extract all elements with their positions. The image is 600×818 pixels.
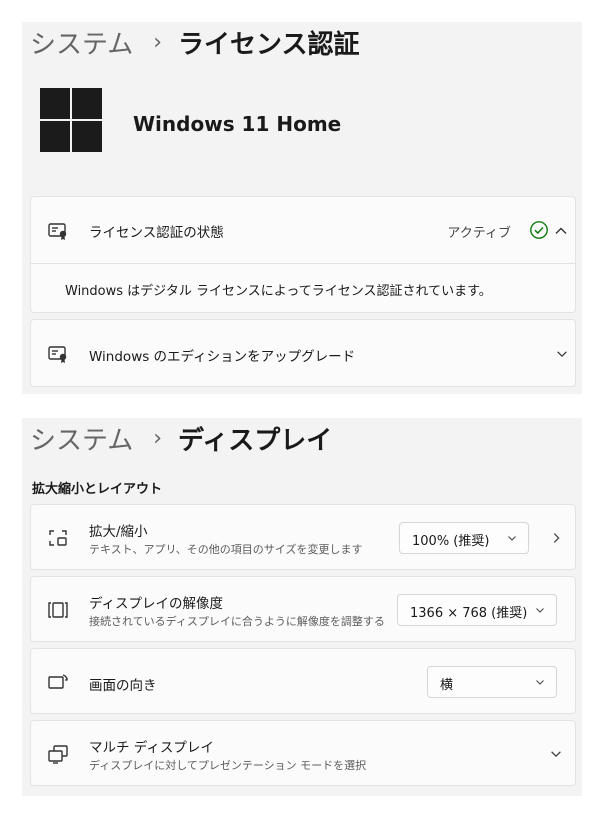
scale-icon [49, 530, 67, 546]
resolution-icon [48, 602, 68, 618]
activation-detail-panel: Windows はデジタル ライセンスによってライセンス認証されています。 [30, 263, 576, 313]
check-circle-icon [530, 221, 548, 239]
resolution-dropdown[interactable]: 1366 × 768 (推奨) [397, 594, 557, 626]
upgrade-edition-card[interactable]: Windows のエディションをアップグレード [30, 319, 576, 387]
chevron-down-icon[interactable] [555, 347, 569, 361]
orientation-dropdown-value: 横 [440, 678, 454, 693]
resolution-subtitle: 接続されているディスプレイに合うように解像度を調整する [89, 615, 385, 628]
resolution-dropdown-value: 1366 × 768 (推奨) [410, 606, 528, 621]
breadcrumb: システム › ディスプレイ [30, 420, 332, 457]
windows-logo-icon [40, 88, 102, 152]
page-title: ライセンス認証 [178, 30, 360, 60]
certificate-icon [48, 346, 67, 363]
multi-display-subtitle: ディスプレイに対してプレゼンテーション モードを選択 [89, 759, 367, 772]
orientation-title: 画面の向き [89, 678, 157, 694]
multi-display-icon [48, 745, 68, 764]
chevron-down-icon [536, 608, 544, 613]
resolution-title: ディスプレイの解像度 [89, 596, 224, 612]
display-settings-panel: システム › ディスプレイ 拡大縮小とレイアウト 拡大/縮小 テキスト、アプリ、… [22, 418, 582, 796]
screen-orientation-icon [48, 674, 68, 689]
scale-setting-card[interactable]: 拡大/縮小 テキスト、アプリ、その他の項目のサイズを変更します 100% (推奨… [30, 504, 576, 570]
breadcrumb-parent-system[interactable]: システム [30, 24, 133, 61]
activation-status-text: アクティブ [447, 226, 511, 241]
chevron-right-icon[interactable] [549, 531, 563, 545]
upgrade-edition-title: Windows のエディションをアップグレード [89, 349, 356, 365]
breadcrumb-separator: › [153, 426, 163, 451]
chevron-down-icon [508, 536, 516, 541]
orientation-setting-card[interactable]: 画面の向き 横 [30, 648, 576, 714]
orientation-dropdown[interactable]: 横 [427, 666, 557, 698]
activation-detail-text: Windows はデジタル ライセンスによってライセンス認証されています。 [65, 284, 492, 299]
chevron-down-icon [536, 680, 544, 685]
license-settings-panel: システム › ライセンス認証 Windows 11 Home ライセンス認証の状… [22, 22, 582, 394]
scale-dropdown[interactable]: 100% (推奨) [399, 522, 529, 554]
chevron-up-icon[interactable] [553, 223, 569, 239]
breadcrumb-separator: › [153, 30, 163, 55]
scale-subtitle: テキスト、アプリ、その他の項目のサイズを変更します [89, 543, 363, 556]
section-title-scale-layout: 拡大縮小とレイアウト [32, 482, 163, 497]
multi-display-card[interactable]: マルチ ディスプレイ ディスプレイに対してプレゼンテーション モードを選択 [30, 720, 576, 786]
multi-display-title: マルチ ディスプレイ [89, 740, 214, 756]
certificate-icon [48, 223, 67, 240]
chevron-down-icon[interactable] [549, 747, 563, 761]
scale-title: 拡大/縮小 [89, 524, 148, 540]
resolution-setting-card[interactable]: ディスプレイの解像度 接続されているディスプレイに合うように解像度を調整する 1… [30, 576, 576, 642]
scale-dropdown-value: 100% (推奨) [412, 534, 490, 549]
breadcrumb: システム › ライセンス認証 [30, 24, 360, 61]
activation-state-card[interactable]: ライセンス認証の状態 アクティブ [30, 196, 576, 264]
product-name: Windows 11 Home [133, 112, 342, 136]
activation-state-title: ライセンス認証の状態 [89, 225, 224, 241]
breadcrumb-parent-system[interactable]: システム [30, 420, 133, 457]
page-title: ディスプレイ [178, 426, 333, 456]
